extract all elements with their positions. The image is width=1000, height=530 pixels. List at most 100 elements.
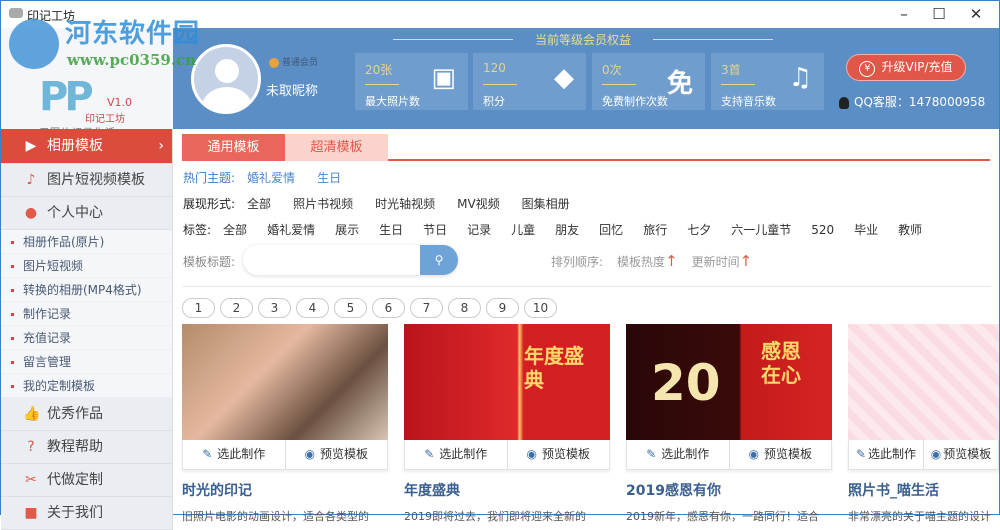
format-option[interactable]: 全部 (247, 197, 271, 211)
page-button[interactable]: 2 (220, 298, 253, 318)
tag-filter: 标签: 全部 婚礼爱情 展示 生日 节日 记录 儿童 朋友 回忆 旅行 七夕 六一儿童节 520 毕业 教师 (183, 223, 923, 237)
hot-topic[interactable]: 生日 (317, 171, 341, 185)
sidebar-sub-messages[interactable]: 留言管理 (1, 350, 172, 374)
minimize-button[interactable]: – (889, 5, 919, 23)
version-label: V1.0 (107, 96, 133, 109)
brand-label: 印记工坊 (85, 114, 125, 125)
page-button[interactable]: 9 (486, 298, 519, 318)
card-actions: ✎ 选此制作 ◉ 预览模板 (626, 440, 832, 470)
preview-button[interactable]: ◉ 预览模板 (728, 440, 832, 469)
preview-button[interactable]: ◉ 预览模板 (506, 440, 610, 469)
template-card: ✎ 选此制作 ◉ 预览模板照片书_喵生活非常漂亮的关于喵主题的设计 (848, 324, 999, 524)
hot-topic[interactable]: 婚礼爱情 (247, 171, 295, 185)
eye-icon: ◉ (526, 447, 537, 461)
page-button[interactable]: 6 (372, 298, 405, 318)
eye-icon: ◉ (748, 447, 759, 461)
card-title[interactable]: 年度盛典 (404, 480, 610, 500)
tag-option[interactable]: 六一儿童节 (731, 223, 791, 237)
tag-option[interactable]: 婚礼爱情 (267, 223, 315, 237)
sidebar-sub-recharge[interactable]: 充值记录 (1, 326, 172, 350)
format-option[interactable]: MV视频 (457, 197, 500, 211)
sidebar-item-personal-center[interactable]: ● 个人中心 (1, 197, 172, 230)
sidebar-item-custom[interactable]: ✂ 代做定制 (1, 464, 172, 497)
template-card: ✎ 选此制作 ◉ 预览模板 时光的印记 旧照片电影的动画设计，适合各类型的 (182, 324, 388, 524)
divider (183, 286, 991, 287)
tag-option[interactable]: 展示 (335, 223, 359, 237)
search-icon: ⚲ (434, 253, 444, 267)
template-thumbnail[interactable]: 20 感恩在心 (626, 324, 832, 440)
template-thumbnail[interactable] (182, 324, 388, 440)
sidebar-item-album-templates[interactable]: ▶ 相册模板 › (1, 129, 172, 164)
yen-icon: ¥ (859, 61, 876, 77)
sidebar-item-short-video[interactable]: ♪ 图片短视频模板 (1, 164, 172, 197)
tag-option[interactable]: 七夕 (687, 223, 711, 237)
page-button[interactable]: 10 (524, 298, 557, 318)
tag-option[interactable]: 520 (811, 223, 834, 237)
member-level: 普通会员 (269, 55, 318, 68)
sidebar-item-showcase[interactable]: 👍 优秀作品 (1, 398, 172, 431)
info-icon: ■ (24, 505, 38, 521)
select-make-button[interactable]: ✎ 选此制作 (627, 440, 729, 469)
tab-hd[interactable]: 超清模板 (285, 134, 388, 161)
upgrade-vip-button[interactable]: ¥ 升级VIP/充值 (846, 54, 966, 81)
tag-option[interactable]: 记录 (467, 223, 491, 237)
tab-general[interactable]: 通用模板 (182, 134, 285, 161)
search-button[interactable]: ⚲ (420, 245, 458, 275)
page-button[interactable]: 1 (182, 298, 215, 318)
preview-label: 预览模板 (763, 447, 812, 461)
sidebar-sub-albums[interactable]: 相册作品(原片) (1, 230, 172, 254)
page-button[interactable]: 3 (258, 298, 291, 318)
sidebar-sub-custom[interactable]: 我的定制模板 (1, 374, 172, 398)
card-title[interactable]: 2019感恩有你 (626, 480, 832, 500)
tag-option[interactable]: 毕业 (854, 223, 878, 237)
preview-button[interactable]: ◉ 预览模板 (923, 440, 998, 469)
sidebar-sub-short-videos[interactable]: 图片短视频 (1, 254, 172, 278)
sort-by-popularity[interactable]: 模板热度 (617, 255, 665, 269)
page-button[interactable]: 4 (296, 298, 329, 318)
eye-icon: ◉ (930, 447, 942, 461)
page-button[interactable]: 5 (334, 298, 367, 318)
tag-option[interactable]: 旅行 (643, 223, 667, 237)
tag-option[interactable]: 朋友 (555, 223, 579, 237)
sort-options: 排列顺序: 模板热度↑ 更新时间↑ (551, 252, 753, 270)
card-title[interactable]: 时光的印记 (182, 480, 388, 500)
card-description: 非常漂亮的关于喵主题的设计 (848, 510, 991, 523)
card-actions: ✎ 选此制作 ◉ 预览模板 (182, 440, 388, 470)
sidebar-item-about[interactable]: ■ 关于我们 (1, 497, 172, 530)
card-title[interactable]: 照片书_喵生活 (848, 480, 999, 500)
tools-icon: ✂ (25, 472, 37, 488)
watermark-logo (9, 19, 59, 69)
preview-button[interactable]: ◉ 预览模板 (284, 440, 388, 469)
sidebar-sub-converted[interactable]: 转换的相册(MP4格式) (1, 278, 172, 302)
tag-option[interactable]: 教师 (898, 223, 922, 237)
wand-icon: ✎ (424, 447, 435, 461)
page-button[interactable]: 7 (410, 298, 443, 318)
template-thumbnail[interactable]: 年度盛典 (404, 324, 610, 440)
format-option[interactable]: 图集相册 (522, 197, 570, 211)
page-button[interactable]: 8 (448, 298, 481, 318)
eye-icon: ◉ (304, 447, 315, 461)
template-thumbnail[interactable] (848, 324, 999, 440)
select-make-button[interactable]: ✎ 选此制作 (849, 440, 923, 469)
tag-option[interactable]: 全部 (223, 223, 247, 237)
avatar[interactable] (191, 44, 261, 114)
format-option[interactable]: 照片书视频 (293, 197, 353, 211)
sidebar-sub-records[interactable]: 制作记录 (1, 302, 172, 326)
nickname: 未取昵称 (266, 84, 319, 99)
sort-arrow-icon: ↑ (739, 252, 753, 270)
stat-music: 3首 支持音乐数 ♫ (711, 53, 824, 110)
select-make-button[interactable]: ✎ 选此制作 (405, 440, 507, 469)
sidebar-item-help[interactable]: ? 教程帮助 (1, 431, 172, 464)
format-option[interactable]: 时光轴视频 (375, 197, 435, 211)
tag-option[interactable]: 儿童 (511, 223, 535, 237)
hot-topics: 热门主题: 婚礼爱情 生日 (183, 171, 342, 185)
sidebar: ▶ 相册模板 › ♪ 图片短视频模板 ● 个人中心 相册作品(原片) 图片短视频 转换的… (1, 129, 173, 530)
select-make-button[interactable]: ✎ 选此制作 (183, 440, 285, 469)
search-label: 模板标题: (183, 255, 236, 269)
maximize-button[interactable]: ☐ (924, 5, 954, 23)
tag-option[interactable]: 节日 (423, 223, 447, 237)
tag-option[interactable]: 回忆 (599, 223, 623, 237)
sort-by-time[interactable]: 更新时间 (692, 255, 740, 269)
tag-option[interactable]: 生日 (379, 223, 403, 237)
close-button[interactable]: ✕ (961, 5, 991, 23)
